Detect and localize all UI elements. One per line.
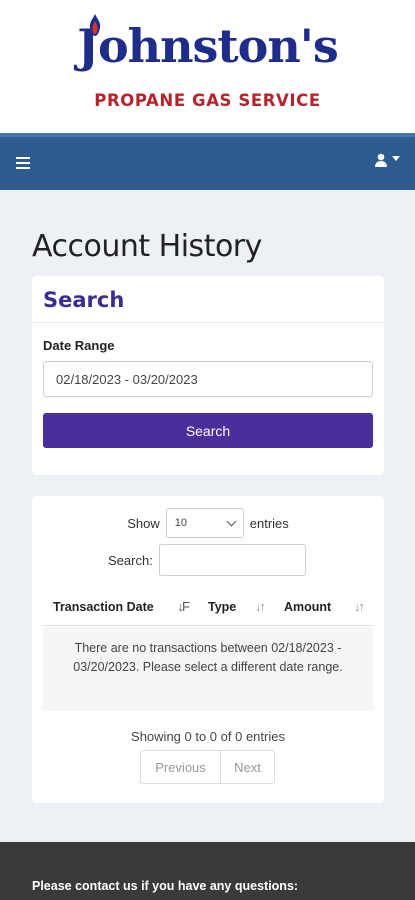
show-label: Show <box>127 515 160 531</box>
user-icon <box>375 153 387 167</box>
brand-name: Johnston's <box>77 14 339 76</box>
table-search-control: Search: <box>108 544 306 576</box>
sort-desc-icon: ↓F <box>177 599 191 614</box>
pagination: Previous Next <box>140 750 275 784</box>
table-info: Showing 0 to 0 of 0 entries <box>131 729 285 744</box>
user-menu-button[interactable] <box>374 153 400 167</box>
search-button[interactable]: Search <box>43 413 373 448</box>
entries-select-value: 10 <box>174 517 187 529</box>
brand-tagline: PROPANE GAS SERVICE <box>94 91 321 110</box>
table-search-label: Search: <box>108 552 153 568</box>
column-header-type[interactable]: Type ↓↑ <box>198 588 274 625</box>
navbar <box>0 133 415 190</box>
sort-icon: ↓↑ <box>255 599 266 614</box>
chevron-down-icon <box>226 516 237 526</box>
search-panel-title: Search <box>43 288 125 312</box>
table-header: Transaction Date ↓F Type ↓↑ Amount ↓↑ <box>43 588 373 626</box>
chevron-down-icon <box>392 156 400 161</box>
empty-table-message: There are no transactions between 02/18/… <box>43 627 373 711</box>
next-page-button[interactable]: Next <box>221 750 275 784</box>
entries-label: entries <box>249 515 289 531</box>
search-panel: Search Date Range Search <box>32 276 384 475</box>
table-search-input[interactable] <box>158 544 306 576</box>
site-footer: Please contact us if you have any questi… <box>0 842 415 900</box>
date-range-input[interactable] <box>43 361 373 397</box>
flame-icon <box>90 14 101 36</box>
site-header: Johnston's PROPANE GAS SERVICE <box>0 0 415 133</box>
page-title: Account History <box>32 229 262 264</box>
footer-contact-text: Please contact us if you have any questi… <box>32 879 299 893</box>
column-header-transaction-date[interactable]: Transaction Date ↓F <box>43 588 198 625</box>
sort-icon: ↓↑ <box>354 599 365 614</box>
previous-page-button[interactable]: Previous <box>140 750 221 784</box>
entries-length-control: Show 10 entries <box>32 508 384 538</box>
date-range-label: Date Range <box>43 338 115 353</box>
search-panel-header: Search <box>32 276 384 323</box>
column-header-amount[interactable]: Amount ↓↑ <box>274 588 373 625</box>
entries-select[interactable]: 10 <box>165 508 244 538</box>
brand-logo[interactable]: Johnston's PROPANE GAS SERVICE <box>0 14 415 111</box>
hamburger-icon[interactable] <box>16 157 30 169</box>
transactions-table-panel: Show 10 entries Search: Transaction Date… <box>32 496 384 803</box>
